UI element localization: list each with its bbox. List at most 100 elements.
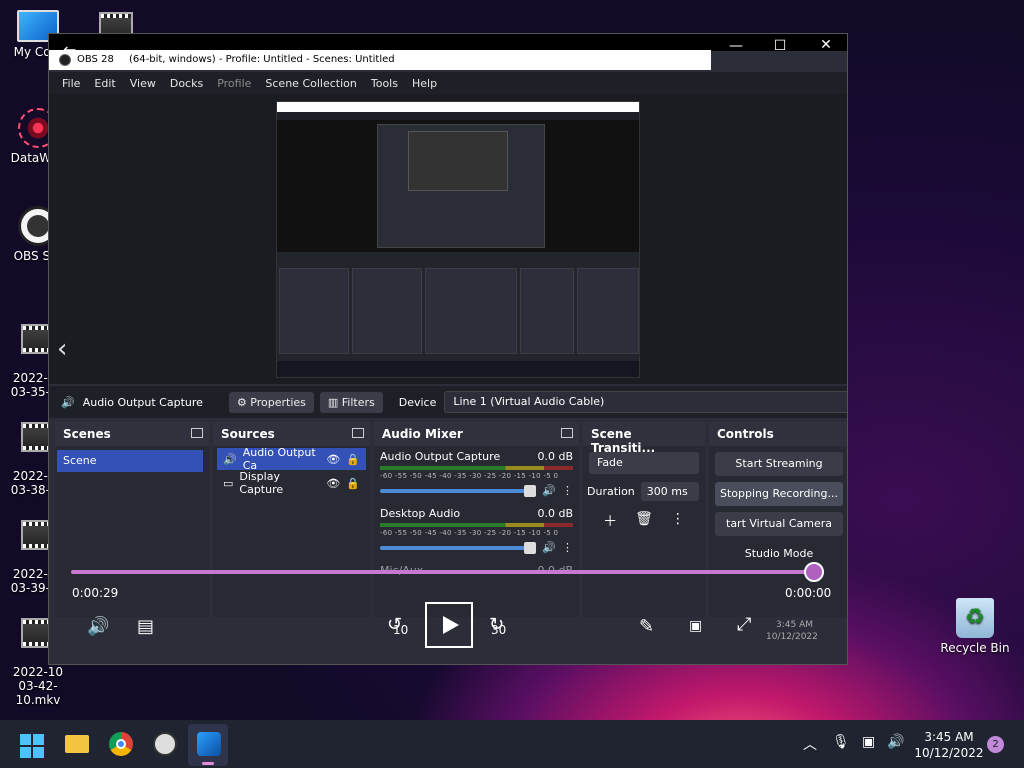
preview-nested-window	[377, 124, 545, 248]
file-explorer-icon[interactable]	[65, 735, 89, 753]
notification-badge[interactable]: 2	[987, 736, 1004, 753]
minimize-icon[interactable]: —	[721, 38, 751, 54]
speaker-icon[interactable]: 🔊	[542, 484, 556, 497]
device-label: Device	[398, 395, 437, 409]
preview-taskbar	[277, 361, 639, 377]
clock-date: 10/12/2022	[914, 746, 984, 760]
menu-profile[interactable]: Profile	[217, 77, 251, 90]
stop-recording-button[interactable]: Stopping Recording...	[715, 482, 843, 506]
preview-panel	[279, 268, 349, 354]
speaker-icon: 🔊	[223, 452, 237, 466]
source-item[interactable]: ▭ Display Capture 👁 🔒	[217, 470, 366, 496]
lock-icon[interactable]: 🔒	[346, 477, 360, 490]
skip-forward-label: 30	[491, 623, 507, 637]
network-icon[interactable]: ▣	[862, 734, 875, 750]
menu-docks[interactable]: Docks	[170, 77, 203, 90]
preview-panel	[520, 268, 574, 354]
preview-title-strip	[277, 102, 639, 112]
fullscreen-icon[interactable]: ⤢	[737, 614, 751, 635]
trash-icon[interactable]: 🗑	[635, 511, 653, 531]
window-title-start: OBS 28	[77, 54, 114, 65]
start-streaming-button[interactable]: Start Streaming	[715, 452, 843, 476]
chrome-icon[interactable]	[109, 732, 133, 756]
menu-edit[interactable]: Edit	[94, 77, 115, 90]
eye-icon[interactable]: 👁	[326, 477, 340, 490]
menu-bar: File Edit View Docks Profile Scene Colle…	[49, 72, 847, 94]
transition-actions: ＋ 🗑 ⋮	[583, 511, 705, 531]
more-icon[interactable]: ⋮	[671, 511, 685, 531]
popout-icon[interactable]	[191, 428, 203, 438]
transition-select[interactable]: Fade	[589, 452, 699, 474]
miniplayer-icon[interactable]: ▣	[689, 618, 702, 634]
obs-taskbar-icon[interactable]	[153, 732, 177, 756]
device-select[interactable]: Line 1 (Virtual Audio Cable)	[444, 391, 847, 413]
clock-time: 3:45 AM	[924, 730, 974, 744]
seek-handle[interactable]	[804, 562, 824, 582]
seek-bar[interactable]	[71, 570, 815, 574]
play-icon	[443, 616, 459, 634]
scene-item[interactable]: Scene	[57, 450, 203, 472]
more-icon[interactable]: ⋮	[562, 484, 573, 497]
microphone-icon[interactable]: 🎙	[832, 734, 850, 750]
preview-panel	[352, 268, 422, 354]
skip-back-label: 10	[393, 623, 409, 637]
menu-tools[interactable]: Tools	[371, 77, 398, 90]
desktop-icon-label: Recycle Bin	[940, 641, 1010, 655]
remaining-time: 0:00:00	[785, 586, 832, 600]
start-windows-icon[interactable]	[20, 734, 44, 758]
speaker-icon[interactable]: 🔊	[542, 541, 556, 554]
preview-nested-window-inner	[408, 131, 508, 191]
preview-panel	[577, 268, 639, 354]
scenes-dock-header: Scenes	[55, 422, 209, 446]
preview-canvas[interactable]	[276, 101, 640, 378]
previous-icon[interactable]: ‹	[57, 334, 67, 364]
preview-menu-strip	[277, 112, 639, 120]
duration-row: Duration 300 ms	[587, 482, 699, 501]
audio-mixer-dock: Audio Mixer Audio Output Capture 0.0 dB -…	[374, 422, 579, 617]
active-indicator	[202, 762, 214, 765]
source-item[interactable]: 🔊 Audio Output Ca 👁 🔒	[217, 446, 366, 472]
selected-source-name: Audio Output Capture	[82, 395, 203, 409]
close-icon[interactable]: ✕	[811, 37, 841, 53]
more-icon[interactable]: ⋮	[562, 541, 573, 554]
meter-ticks: -60 -55 -50 -45 -40 -35 -30 -25 -20 -15 …	[380, 472, 559, 480]
maximize-icon[interactable]: ☐	[765, 38, 795, 54]
duration-input[interactable]: 300 ms	[640, 482, 699, 501]
mixer-dock-header: Audio Mixer	[374, 422, 579, 446]
inner-clock-date: 10/12/2022	[766, 632, 818, 642]
studio-mode-button[interactable]: Studio Mode	[715, 542, 843, 566]
inner-clock-time: 3:45 AM	[776, 620, 813, 630]
preview-panel	[425, 268, 517, 354]
filters-button[interactable]: ▥ Filters	[319, 391, 383, 413]
source-toolbar: 🔊 Audio Output Capture ⚙ Properties ▥ Fi…	[49, 386, 847, 418]
eye-icon[interactable]: 👁	[326, 453, 340, 466]
virtual-camera-button[interactable]: tart Virtual Camera	[715, 512, 843, 536]
desktop-icon-recycle-bin[interactable]: ♻ Recycle Bin	[936, 598, 1014, 655]
menu-help[interactable]: Help	[412, 77, 437, 90]
play-button[interactable]	[425, 602, 473, 648]
transitions-dock: Scene Transiti... Fade Duration 300 ms ＋…	[583, 422, 705, 617]
meter-ticks: -60 -55 -50 -45 -40 -35 -30 -25 -20 -15 …	[380, 529, 559, 537]
lock-icon[interactable]: 🔒	[346, 453, 360, 466]
window-title-end: (64-bit, windows) - Profile: Untitled - …	[129, 54, 395, 65]
volume-slider[interactable]	[380, 541, 537, 554]
volume-slider[interactable]	[380, 484, 537, 497]
subtitles-icon[interactable]: ▤	[137, 616, 154, 637]
chevron-up-icon[interactable]: ︿	[803, 734, 817, 754]
popout-icon[interactable]	[352, 428, 364, 438]
sources-dock: Sources 🔊 Audio Output Ca 👁 🔒 ▭ Display …	[213, 422, 370, 617]
edit-pencil-icon[interactable]: ✎	[639, 616, 654, 637]
obs-logo-icon	[59, 54, 71, 66]
add-icon[interactable]: ＋	[603, 511, 617, 531]
menu-scene-collection[interactable]: Scene Collection	[265, 77, 356, 90]
taskbar-clock[interactable]: 3:45 AM 10/12/2022	[914, 729, 984, 761]
volume-icon[interactable]: 🔊	[87, 616, 109, 637]
media-player-taskbar-icon[interactable]	[197, 732, 221, 756]
sources-dock-header: Sources	[213, 422, 370, 446]
properties-button[interactable]: ⚙ Properties	[228, 391, 314, 413]
popout-icon[interactable]	[561, 428, 573, 438]
obs-title-bar: OBS 28 (64-bit, windows) - Profile: Unti…	[49, 50, 711, 70]
menu-file[interactable]: File	[62, 77, 80, 90]
menu-view[interactable]: View	[130, 77, 156, 90]
speaker-tray-icon[interactable]: 🔊	[887, 734, 904, 750]
